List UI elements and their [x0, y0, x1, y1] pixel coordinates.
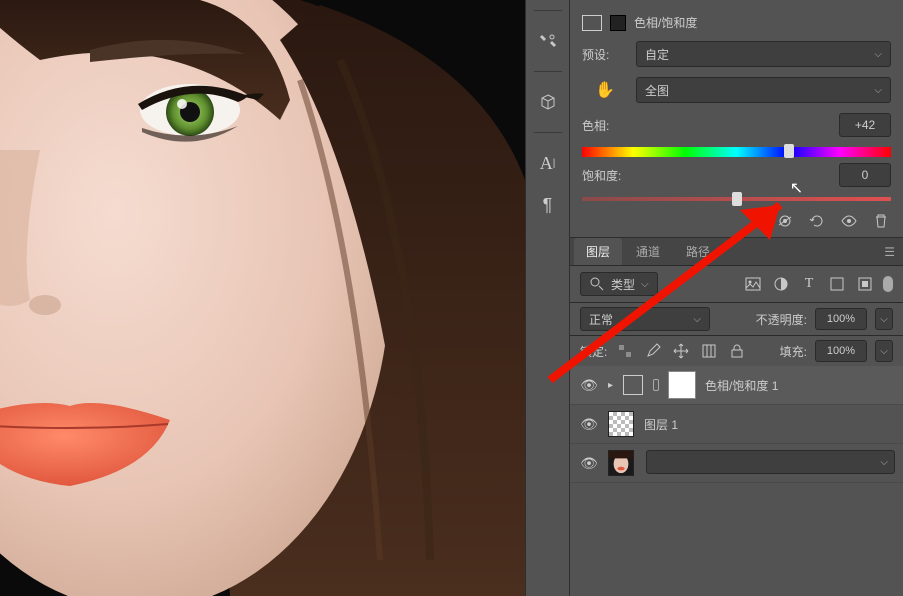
chevron-down-icon: ⌵	[693, 314, 701, 325]
filter-image-icon[interactable]	[743, 274, 763, 294]
mask-thumb[interactable]	[669, 372, 695, 398]
text-a-icon[interactable]: A|	[536, 151, 560, 175]
lock-move-icon[interactable]	[671, 341, 691, 361]
paragraph-icon[interactable]: ¶	[536, 193, 560, 217]
filter-adjust-icon[interactable]	[771, 274, 791, 294]
reset-icon[interactable]	[807, 211, 827, 231]
document-canvas[interactable]	[0, 0, 525, 596]
chevron-down-icon: ⌵	[874, 49, 882, 60]
hue-saturation-panel: 色相/饱和度 预设: 自定 ⌵ ✋ 全图 ⌵ 色相: +42 ↖ 饱和度:	[570, 0, 903, 238]
preset-value: 自定	[645, 46, 669, 63]
delete-icon[interactable]	[871, 211, 891, 231]
blend-mode-select[interactable]: 正常 ⌵	[580, 307, 710, 331]
fill-flyout[interactable]: ⌵	[875, 340, 893, 362]
lock-all-icon[interactable]	[727, 341, 747, 361]
range-select[interactable]: 全图 ⌵	[636, 77, 891, 103]
view-previous-icon[interactable]	[775, 211, 795, 231]
filter-shape-icon[interactable]	[827, 274, 847, 294]
mask-icon	[610, 15, 626, 31]
layer-row[interactable]: 👁 ⌵	[570, 444, 903, 483]
chevron-down-icon: ⌵	[874, 85, 882, 96]
layer-effects-select[interactable]: ⌵	[646, 450, 895, 474]
hue-label: 色相:	[582, 117, 628, 134]
saturation-slider-handle[interactable]	[732, 192, 742, 206]
layer-row[interactable]: 👁 图层 1	[570, 405, 903, 444]
expand-icon[interactable]: ▸	[608, 380, 613, 391]
layer-thumb[interactable]	[608, 411, 634, 437]
layer-filter-row: 类型 ⌵ T	[570, 266, 903, 303]
adjustment-icon	[582, 15, 602, 31]
cube-icon[interactable]	[536, 90, 560, 114]
panels-area: 色相/饱和度 预设: 自定 ⌵ ✋ 全图 ⌵ 色相: +42 ↖ 饱和度:	[570, 0, 903, 596]
filter-smart-icon[interactable]	[855, 274, 875, 294]
panel-title: 色相/饱和度	[634, 14, 697, 31]
link-icon[interactable]	[653, 379, 659, 391]
saturation-value-input[interactable]: 0	[839, 163, 891, 187]
lock-label: 锁定:	[580, 343, 607, 360]
tools-icon[interactable]	[536, 29, 560, 53]
fill-label: 填充:	[780, 343, 807, 360]
blend-mode-row: 正常 ⌵ 不透明度: 100% ⌵	[570, 303, 903, 336]
chevron-down-icon: ⌵	[641, 279, 649, 290]
visibility-icon[interactable]	[839, 211, 859, 231]
visibility-eye-icon[interactable]: 👁	[580, 416, 598, 433]
hand-icon[interactable]: ✋	[582, 80, 628, 100]
lock-brush-icon[interactable]	[643, 341, 663, 361]
hue-value-input[interactable]: +42	[839, 113, 891, 137]
layer-name[interactable]: 色相/饱和度 1	[705, 377, 778, 394]
opacity-flyout[interactable]: ⌵	[875, 308, 893, 330]
clip-icon[interactable]	[743, 211, 763, 231]
layers-list: 👁 ▸ 色相/饱和度 1 👁 图层 1 👁 ⌵	[570, 366, 903, 596]
adjustment-thumb-icon	[623, 375, 643, 395]
preset-label: 预设:	[582, 46, 628, 63]
lock-frame-icon[interactable]	[699, 341, 719, 361]
panel-menu-icon[interactable]: ☰	[884, 245, 895, 259]
range-value: 全图	[645, 82, 669, 99]
search-icon	[589, 276, 605, 292]
tab-channels[interactable]: 通道	[624, 238, 672, 265]
visibility-eye-icon[interactable]: 👁	[580, 455, 598, 472]
lock-row: 锁定: 填充: 100% ⌵	[570, 336, 903, 366]
layer-thumb[interactable]	[608, 450, 634, 476]
layer-row[interactable]: 👁 ▸ 色相/饱和度 1	[570, 366, 903, 405]
layer-name[interactable]: 图层 1	[644, 416, 678, 433]
hue-slider-handle[interactable]	[784, 144, 794, 158]
filter-type-select[interactable]: 类型 ⌵	[580, 272, 658, 296]
vertical-toolbar: A| ¶	[525, 0, 570, 596]
fill-value-input[interactable]: 100%	[815, 340, 867, 362]
saturation-slider[interactable]	[582, 197, 891, 201]
tab-layers[interactable]: 图层	[574, 238, 622, 265]
lock-pixels-icon[interactable]	[615, 341, 635, 361]
filter-text-icon[interactable]: T	[799, 274, 819, 294]
hue-slider[interactable]	[582, 147, 891, 157]
preset-select[interactable]: 自定 ⌵	[636, 41, 891, 67]
opacity-label: 不透明度:	[756, 311, 807, 328]
panel-tabs: 图层 通道 路径 ☰	[570, 238, 903, 266]
tab-paths[interactable]: 路径	[674, 238, 722, 265]
filter-type-label: 类型	[611, 276, 635, 293]
blend-mode-value: 正常	[589, 311, 613, 328]
visibility-eye-icon[interactable]: 👁	[580, 377, 598, 394]
filter-toggle-icon[interactable]	[883, 276, 893, 292]
saturation-label: 饱和度:	[582, 167, 628, 184]
opacity-value-input[interactable]: 100%	[815, 308, 867, 330]
